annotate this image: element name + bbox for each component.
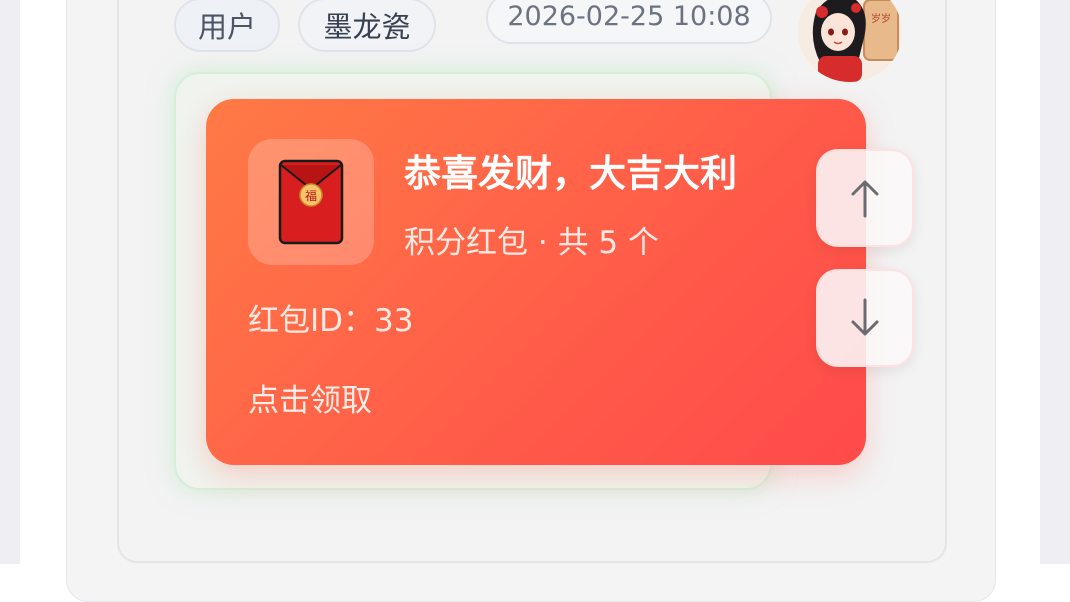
red-packet-title: 恭喜发财，大吉大利 xyxy=(404,152,737,195)
svg-text:福: 福 xyxy=(305,188,317,203)
red-packet-id: 红包ID：33 xyxy=(248,303,414,339)
svg-text:岁岁: 岁岁 xyxy=(871,12,891,25)
arrow-up-icon xyxy=(851,180,879,218)
red-packet-card[interactable]: 福 恭喜发财，大吉大利 积分红包 · 共 5 个 红包ID：33 点击领取 xyxy=(206,99,866,465)
username-badge[interactable]: 墨龙瓷 xyxy=(298,0,436,52)
red-envelope-icon: 福 xyxy=(278,159,344,245)
claim-link[interactable]: 点击领取 xyxy=(248,375,372,420)
red-packet-icon-box: 福 xyxy=(248,139,374,265)
scroll-up-button[interactable] xyxy=(816,149,914,247)
arrow-down-icon xyxy=(851,298,879,336)
role-badge: 用户 xyxy=(174,0,280,52)
left-margin xyxy=(0,0,20,564)
red-packet-subtitle: 积分红包 · 共 5 个 xyxy=(404,225,659,261)
scroll-down-button[interactable] xyxy=(816,269,914,367)
timestamp-badge: 2026-02-25 10:08 xyxy=(486,0,772,44)
right-margin xyxy=(1040,0,1070,564)
